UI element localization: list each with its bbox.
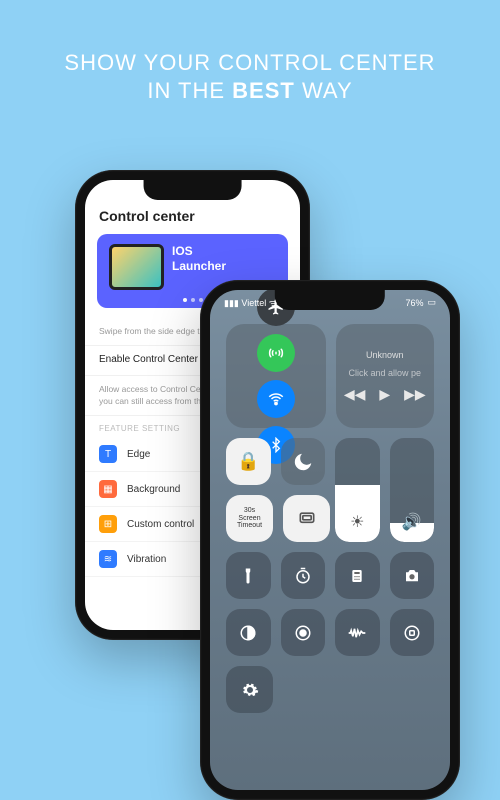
sun-icon: ☀ xyxy=(335,512,380,532)
battery-icon: ▭ xyxy=(427,297,436,308)
orientation-lock-button[interactable]: 🔒 xyxy=(226,438,271,485)
calculator-icon xyxy=(349,568,365,584)
calculator-button[interactable] xyxy=(335,552,380,599)
battery-label: 76% xyxy=(405,298,423,308)
mirror-icon xyxy=(297,509,317,529)
camera-icon xyxy=(403,567,421,585)
cellular-toggle[interactable] xyxy=(257,334,295,372)
settings-button[interactable] xyxy=(226,666,273,713)
wifi-toggle[interactable] xyxy=(257,380,295,418)
home-button[interactable] xyxy=(390,609,435,656)
camera-button[interactable] xyxy=(390,552,435,599)
contrast-icon xyxy=(239,624,257,642)
edge-icon: T xyxy=(99,445,117,463)
timeout-value: 30s xyxy=(244,507,255,515)
vibration-icon: ≋ xyxy=(99,550,117,568)
media-tile[interactable]: Unknown Click and allow pe ◀◀ ▶ ▶▶ xyxy=(336,324,434,428)
waveform-icon xyxy=(347,626,367,640)
phone-front: ▮▮▮ Viettel ᯤ 76% ▭ xyxy=(200,280,460,800)
custom-icon: ⊞ xyxy=(99,515,117,533)
timer-icon xyxy=(294,567,312,585)
headline-line1: SHOW YOUR CONTROL CENTER xyxy=(0,50,500,76)
media-controls: ◀◀ ▶ ▶▶ xyxy=(344,386,426,403)
carrier-label: Viettel xyxy=(241,298,266,308)
banner-dots xyxy=(183,298,203,302)
play-icon[interactable]: ▶ xyxy=(379,386,390,403)
headline-line2: IN THE BEST WAY xyxy=(0,78,500,104)
voice-memo-button[interactable] xyxy=(335,609,380,656)
background-icon: ▦ xyxy=(99,480,117,498)
signal-icon: ▮▮▮ xyxy=(224,298,239,308)
flashlight-button[interactable] xyxy=(226,552,271,599)
banner-thumbnail xyxy=(109,244,164,290)
next-icon[interactable]: ▶▶ xyxy=(404,386,426,403)
flashlight-icon xyxy=(239,567,257,585)
banner-text: IOS Launcher xyxy=(172,244,226,290)
connectivity-tile xyxy=(226,324,326,428)
brightness-slider[interactable]: ☀ xyxy=(335,438,380,542)
gear-icon xyxy=(241,681,259,699)
screen-mirroring-button[interactable] xyxy=(283,495,330,542)
screen-timeout-button[interactable]: 30s Screen Timeout xyxy=(226,495,273,542)
record-button[interactable] xyxy=(281,609,326,656)
record-icon xyxy=(294,624,312,642)
media-title: Unknown xyxy=(366,350,404,360)
volume-icon: 🔊 xyxy=(390,512,435,532)
media-subtitle: Click and allow pe xyxy=(348,368,421,378)
control-center: Unknown Click and allow pe ◀◀ ▶ ▶▶ 🔒 xyxy=(210,290,450,790)
lock-icon: 🔒 xyxy=(237,451,259,472)
moon-icon xyxy=(292,451,314,473)
prev-icon[interactable]: ◀◀ xyxy=(344,386,366,403)
status-right: 76% ▭ xyxy=(405,296,436,309)
volume-slider[interactable]: 🔊 xyxy=(390,438,435,542)
notch xyxy=(143,180,242,200)
promo-headline: SHOW YOUR CONTROL CENTER IN THE BEST WAY xyxy=(0,0,500,104)
timer-button[interactable] xyxy=(281,552,326,599)
accessibility-button[interactable] xyxy=(226,609,271,656)
home-icon xyxy=(403,624,421,642)
do-not-disturb-button[interactable] xyxy=(281,438,326,485)
timeout-label: Screen Timeout xyxy=(226,515,273,530)
status-left: ▮▮▮ Viettel ᯤ xyxy=(224,296,277,309)
notch xyxy=(275,290,385,310)
